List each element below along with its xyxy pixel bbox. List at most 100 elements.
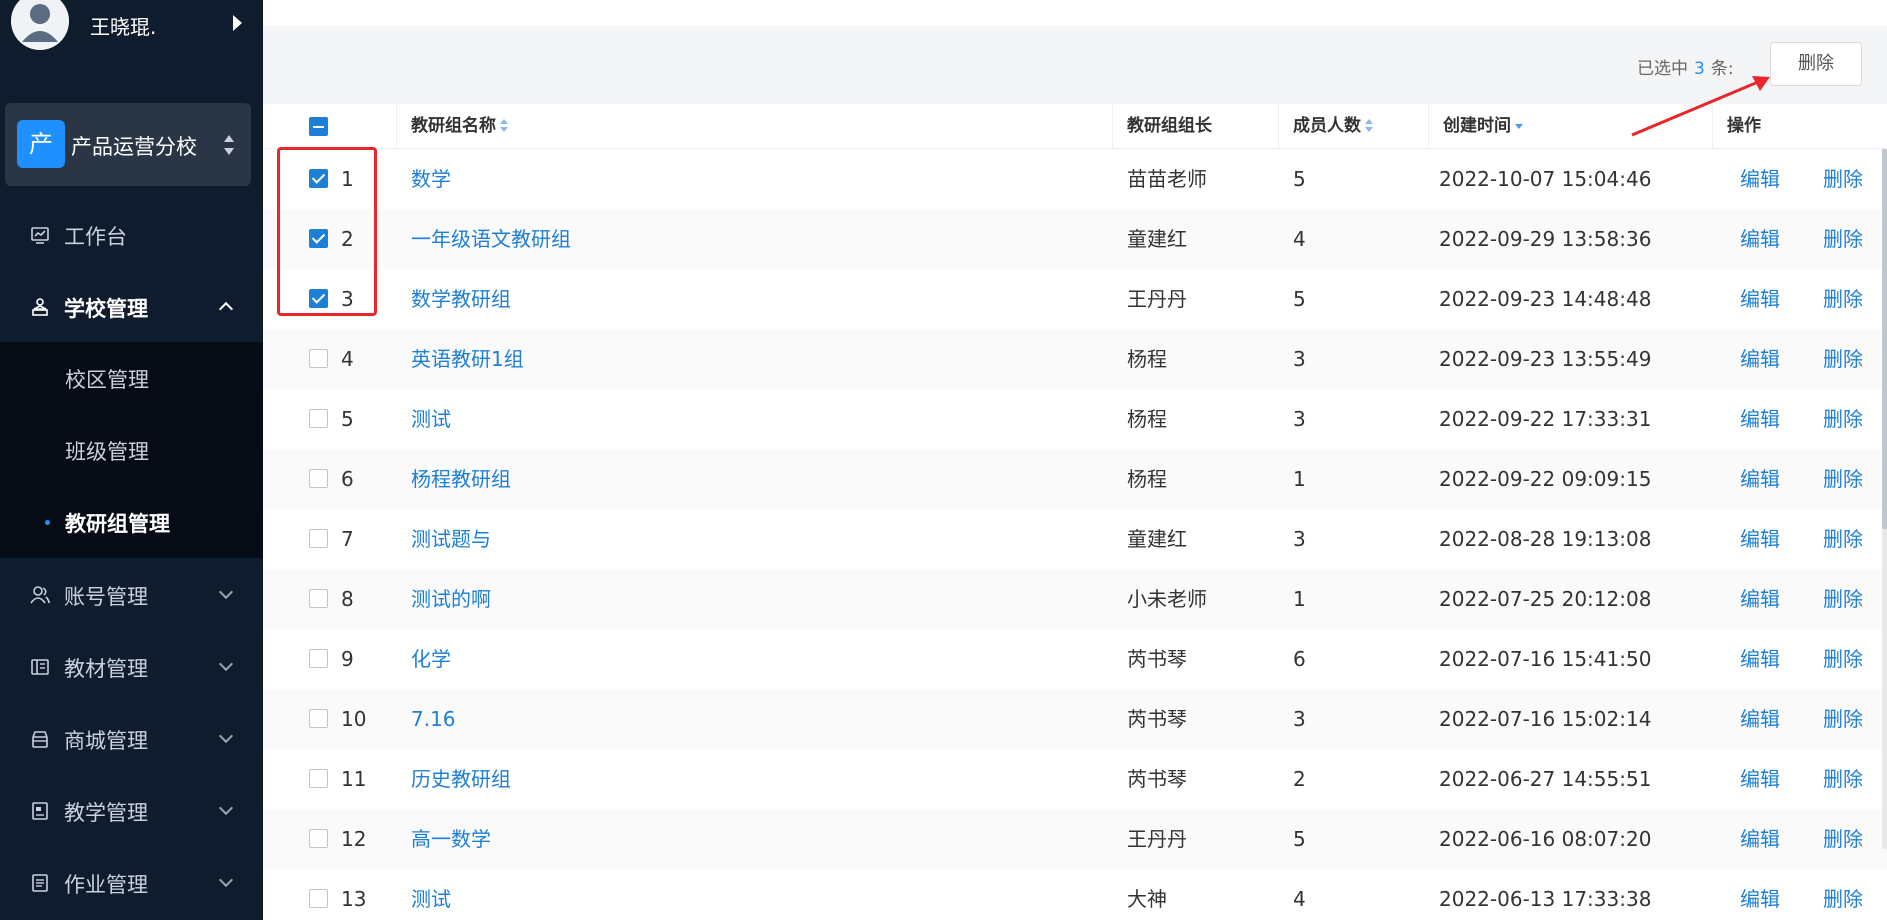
group-name-link[interactable]: 数学教研组 (411, 269, 511, 329)
delete-link[interactable]: 删除 (1823, 809, 1863, 869)
edit-link[interactable]: 编辑 (1740, 329, 1780, 389)
group-name-link[interactable]: 数学 (411, 149, 451, 209)
created-time: 2022-09-23 13:55:49 (1439, 347, 1652, 371)
menu-item-textbook[interactable]: 教材管理 (0, 630, 263, 702)
edit-link[interactable]: 编辑 (1740, 149, 1780, 209)
menu-item-teaching[interactable]: 教学管理 (0, 774, 263, 846)
menu-item-mall[interactable]: 商城管理 (0, 702, 263, 774)
school-switcher[interactable]: 产 产品运营分校 (5, 103, 251, 186)
group-name-link[interactable]: 测试的啊 (411, 569, 491, 629)
group-leader: 芮书琴 (1127, 647, 1187, 671)
member-count: 3 (1293, 407, 1306, 431)
edit-link[interactable]: 编辑 (1740, 269, 1780, 329)
group-leader: 童建红 (1127, 227, 1187, 251)
batch-delete-button[interactable]: 删除 (1770, 42, 1862, 86)
table-row: 12 高一数学 王丹丹 5 2022-06-16 08:07:20 编辑 删除 (263, 809, 1887, 869)
group-name-link[interactable]: 7.16 (411, 689, 456, 749)
edit-link[interactable]: 编辑 (1740, 569, 1780, 629)
group-name-link[interactable]: 测试题与 (411, 509, 491, 569)
delete-link[interactable]: 删除 (1823, 509, 1863, 569)
user-menu[interactable]: 王晓琨. (0, 0, 263, 55)
selection-suffix: 条: (1710, 59, 1734, 79)
row-index: 10 (341, 707, 367, 731)
delete-link[interactable]: 删除 (1823, 209, 1863, 269)
delete-link[interactable]: 删除 (1823, 449, 1863, 509)
edit-link[interactable]: 编辑 (1740, 389, 1780, 449)
delete-link[interactable]: 删除 (1823, 269, 1863, 329)
row-checkbox[interactable] (309, 769, 328, 788)
created-time: 2022-06-16 08:07:20 (1439, 827, 1652, 851)
group-name-link[interactable]: 一年级语文教研组 (411, 209, 571, 269)
header-created[interactable]: 创建时间 (1443, 104, 1523, 149)
document-icon (32, 802, 48, 820)
group-leader: 芮书琴 (1127, 707, 1187, 731)
menu-item-workbench[interactable]: 工作台 (0, 198, 263, 270)
group-name-link[interactable]: 杨程教研组 (411, 449, 511, 509)
member-count: 6 (1293, 647, 1306, 671)
delete-link[interactable]: 删除 (1823, 749, 1863, 809)
school-logo: 产 (17, 120, 65, 168)
row-checkbox[interactable] (309, 469, 328, 488)
row-checkbox[interactable] (309, 829, 328, 848)
row-checkbox[interactable] (309, 229, 328, 248)
delete-link[interactable]: 删除 (1823, 389, 1863, 449)
row-checkbox[interactable] (309, 289, 328, 308)
delete-link[interactable]: 删除 (1823, 869, 1863, 920)
menu-item-account[interactable]: 账号管理 (0, 558, 263, 630)
row-checkbox[interactable] (309, 529, 328, 548)
row-checkbox[interactable] (309, 649, 328, 668)
edit-link[interactable]: 编辑 (1740, 689, 1780, 749)
sort-desc-icon[interactable] (1515, 119, 1523, 133)
sub-item-class[interactable]: 班级管理 (0, 414, 263, 486)
table-row: 10 7.16 芮书琴 3 2022-07-16 15:02:14 编辑 删除 (263, 689, 1887, 749)
group-leader: 童建红 (1127, 527, 1187, 551)
header-label: 成员人数 (1293, 116, 1361, 136)
group-name-link[interactable]: 测试 (411, 869, 451, 920)
sub-item-campus[interactable]: 校区管理 (0, 342, 263, 414)
store-icon (32, 731, 48, 748)
member-count: 5 (1293, 827, 1306, 851)
group-name-link[interactable]: 测试 (411, 389, 451, 449)
menu-item-homework[interactable]: 作业管理 (0, 846, 263, 918)
sub-item-research[interactable]: 教研组管理 (0, 486, 263, 558)
menu-item-school-mgmt[interactable]: 学校管理 (0, 270, 263, 342)
edit-link[interactable]: 编辑 (1740, 809, 1780, 869)
school-name: 产品运营分校 (71, 135, 197, 159)
scrollbar-thumb[interactable] (1882, 149, 1887, 529)
edit-link[interactable]: 编辑 (1740, 449, 1780, 509)
member-count: 5 (1293, 167, 1306, 191)
delete-link[interactable]: 删除 (1823, 149, 1863, 209)
edit-link[interactable]: 编辑 (1740, 629, 1780, 689)
menu-label: 账号管理 (64, 585, 148, 609)
sort-icon[interactable] (1365, 119, 1373, 133)
edit-link[interactable]: 编辑 (1740, 209, 1780, 269)
header-ops: 操作 (1727, 104, 1761, 149)
sort-icon[interactable] (500, 119, 508, 133)
group-name-link[interactable]: 历史教研组 (411, 749, 511, 809)
edit-link[interactable]: 编辑 (1740, 869, 1780, 920)
row-checkbox[interactable] (309, 169, 328, 188)
row-index: 2 (341, 227, 354, 251)
group-name-link[interactable]: 高一数学 (411, 809, 491, 869)
row-index: 7 (341, 527, 354, 551)
caret-right-icon[interactable] (233, 15, 242, 31)
header-label: 教研组名称 (411, 116, 496, 136)
delete-link[interactable]: 删除 (1823, 689, 1863, 749)
table-row: 11 历史教研组 芮书琴 2 2022-06-27 14:55:51 编辑 删除 (263, 749, 1887, 809)
select-all-checkbox[interactable] (309, 117, 328, 136)
group-name-link[interactable]: 英语教研1组 (411, 329, 524, 389)
user-name: 王晓琨. (90, 15, 157, 39)
header-name[interactable]: 教研组名称 (411, 104, 508, 149)
edit-link[interactable]: 编辑 (1740, 509, 1780, 569)
row-checkbox[interactable] (309, 889, 328, 908)
delete-link[interactable]: 删除 (1823, 329, 1863, 389)
row-checkbox[interactable] (309, 409, 328, 428)
row-checkbox[interactable] (309, 589, 328, 608)
delete-link[interactable]: 删除 (1823, 629, 1863, 689)
row-checkbox[interactable] (309, 709, 328, 728)
group-name-link[interactable]: 化学 (411, 629, 451, 689)
delete-link[interactable]: 删除 (1823, 569, 1863, 629)
header-members[interactable]: 成员人数 (1293, 104, 1373, 149)
edit-link[interactable]: 编辑 (1740, 749, 1780, 809)
row-checkbox[interactable] (309, 349, 328, 368)
